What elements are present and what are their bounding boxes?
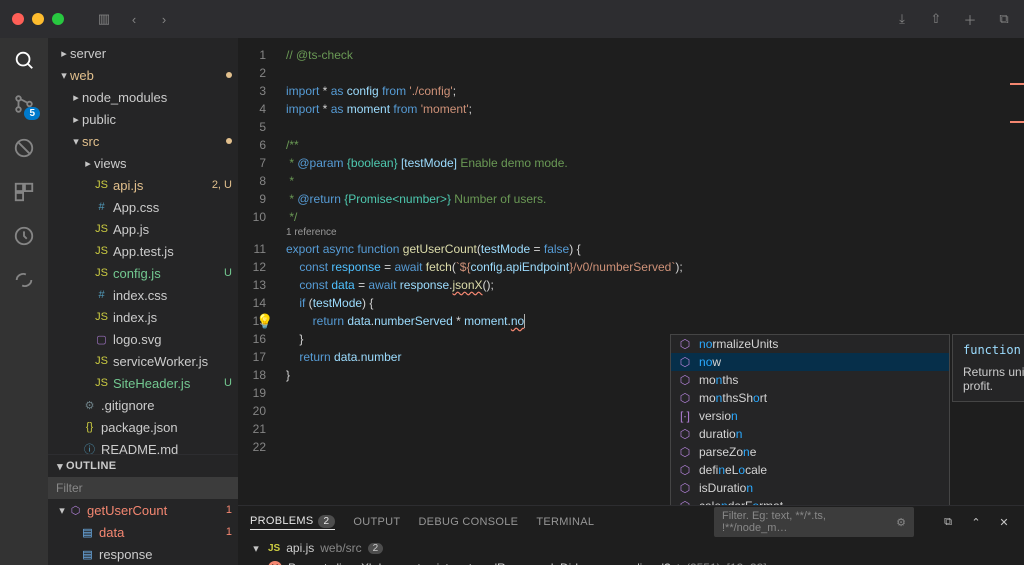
- suggest-item[interactable]: ⬡duration: [671, 425, 949, 443]
- filter-settings-icon[interactable]: ⚙: [896, 516, 906, 529]
- intellisense-popup[interactable]: ⬡normalizeUnits⬡now⬡months⬡monthsShort[∙…: [670, 334, 950, 505]
- maximize-window-button[interactable]: [52, 13, 64, 25]
- suggest-item[interactable]: ⬡isDuration: [671, 479, 949, 497]
- error-icon: ✕: [268, 561, 282, 565]
- file-explorer: ▸server▾web▸node_modules▸public▾src▸view…: [48, 38, 238, 454]
- close-panel-icon[interactable]: ✕: [996, 514, 1012, 530]
- scm-badge: 5: [24, 107, 40, 120]
- minimap-error-mark: [1010, 121, 1024, 123]
- collapse-all-icon[interactable]: ⧉: [940, 514, 956, 530]
- file-item[interactable]: JSSiteHeader.jsU: [48, 372, 238, 394]
- folder-item[interactable]: ▸node_modules: [48, 86, 238, 108]
- file-item[interactable]: {}package.json: [48, 416, 238, 438]
- folder-item[interactable]: ▾web: [48, 64, 238, 86]
- chevron-up-icon[interactable]: ⌃: [968, 514, 984, 530]
- nav-back-icon[interactable]: ‹: [126, 11, 142, 27]
- panel-tab-output[interactable]: OUTPUT: [353, 516, 400, 528]
- minimap[interactable]: [1010, 38, 1024, 505]
- outline-filter-input[interactable]: Filter: [48, 477, 238, 499]
- search-icon[interactable]: [12, 48, 36, 72]
- copy-icon[interactable]: ⧉: [996, 11, 1012, 27]
- folder-item[interactable]: ▸server: [48, 42, 238, 64]
- outline-section: ▾OUTLINE Filter ▾⬡getUserCount1▤data1▤re…: [48, 454, 238, 565]
- file-item[interactable]: #App.css: [48, 196, 238, 218]
- minimize-window-button[interactable]: [32, 13, 44, 25]
- bottom-panel: PROBLEMS2 OUTPUT DEBUG CONSOLE TERMINAL Filt…: [238, 505, 1024, 565]
- suggest-item[interactable]: ⬡normalizeUnits: [671, 335, 949, 353]
- panel-tab-problems[interactable]: PROBLEMS2: [250, 515, 335, 530]
- timeline-icon[interactable]: [12, 224, 36, 248]
- file-item[interactable]: ▢logo.svg: [48, 328, 238, 350]
- problem-file-group[interactable]: ▾ JS api.js web/src 2: [250, 538, 1012, 558]
- doc-signature: function moment.now(): number: [963, 343, 1024, 357]
- share-icon[interactable]: ⇧: [928, 11, 944, 27]
- panel-tab-debug-console[interactable]: DEBUG CONSOLE: [418, 516, 518, 528]
- titlebar: ▥ ‹ › ⤓ ⇧ ＋ ⧉: [0, 0, 1024, 38]
- debug-icon[interactable]: [12, 136, 36, 160]
- outline-header[interactable]: ▾OUTLINE: [48, 455, 238, 477]
- line-numbers: 12345678910111213141516171819202122: [238, 38, 286, 505]
- outline-item[interactable]: ▤response: [48, 543, 238, 565]
- folder-item[interactable]: ▾src: [48, 130, 238, 152]
- file-item[interactable]: ⚙.gitignore: [48, 394, 238, 416]
- download-icon[interactable]: ⤓: [894, 11, 910, 27]
- file-item[interactable]: JSindex.js: [48, 306, 238, 328]
- outline-item[interactable]: ▤data1: [48, 521, 238, 543]
- file-item[interactable]: JSconfig.jsU: [48, 262, 238, 284]
- lightbulb-icon[interactable]: 💡: [256, 312, 273, 330]
- folder-item[interactable]: ▸public: [48, 108, 238, 130]
- panel-tab-terminal[interactable]: TERMINAL: [536, 516, 594, 528]
- sidebar: ▸server▾web▸node_modules▸public▾src▸view…: [48, 38, 238, 565]
- problem-item[interactable]: ✕ Property 'jsonX' does not exist on typ…: [250, 558, 1012, 565]
- suggest-item[interactable]: ⬡monthsShort: [671, 389, 949, 407]
- file-item[interactable]: JSapi.js2, U: [48, 174, 238, 196]
- editor[interactable]: 12345678910111213141516171819202122 // @…: [238, 38, 1024, 505]
- sidebar-toggle-icon[interactable]: ▥: [96, 11, 112, 27]
- suggest-item[interactable]: ⬡defineLocale: [671, 461, 949, 479]
- suggest-item[interactable]: ⬡now: [671, 353, 949, 371]
- file-item[interactable]: JSApp.js: [48, 218, 238, 240]
- remote-icon[interactable]: [12, 268, 36, 292]
- suggest-item[interactable]: ⬡calendarFormat: [671, 497, 949, 505]
- extensions-icon[interactable]: [12, 180, 36, 204]
- file-item[interactable]: #index.css: [48, 284, 238, 306]
- add-icon[interactable]: ＋: [962, 11, 978, 27]
- doc-widget: × function moment.now(): number Returns …: [952, 334, 1024, 402]
- doc-description: Returns unix time in milliseconds. Overw…: [963, 365, 1024, 393]
- activity-bar: 5: [0, 38, 48, 565]
- panel-tabs: PROBLEMS2 OUTPUT DEBUG CONSOLE TERMINAL Filt…: [238, 506, 1024, 538]
- close-window-button[interactable]: [12, 13, 24, 25]
- file-item[interactable]: JSserviceWorker.js: [48, 350, 238, 372]
- minimap-error-mark: [1010, 83, 1024, 85]
- file-item[interactable]: JSApp.test.js: [48, 240, 238, 262]
- window-controls: [12, 13, 64, 25]
- suggest-item[interactable]: ⬡months: [671, 371, 949, 389]
- problems-filter-input[interactable]: Filter. Eg: text, **/*.ts, !**/node_m…⚙: [714, 507, 914, 537]
- suggest-item[interactable]: ⬡parseZone: [671, 443, 949, 461]
- nav-forward-icon[interactable]: ›: [156, 11, 172, 27]
- outline-item[interactable]: ▾⬡getUserCount1: [48, 499, 238, 521]
- suggest-item[interactable]: [∙]version: [671, 407, 949, 425]
- folder-item[interactable]: ▸views: [48, 152, 238, 174]
- file-item[interactable]: ⓘREADME.md: [48, 438, 238, 454]
- source-control-icon[interactable]: 5: [12, 92, 36, 116]
